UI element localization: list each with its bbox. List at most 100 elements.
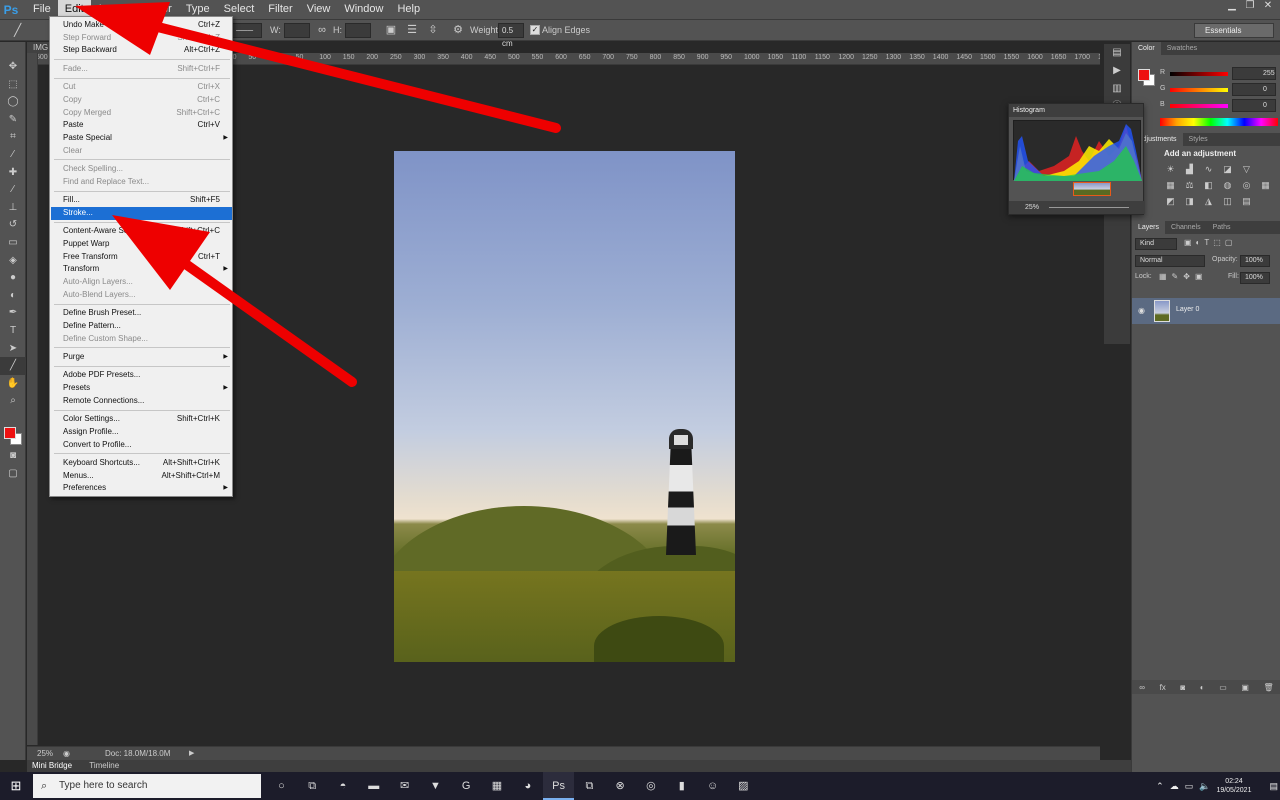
marquee-tool-icon[interactable]: ⬚ — [0, 76, 26, 94]
channel-mixer-icon[interactable]: ◎ — [1238, 178, 1255, 192]
move-tool-icon[interactable]: ✥ — [0, 58, 26, 76]
tab-timeline[interactable]: Timeline — [89, 761, 119, 770]
type-tool-icon[interactable]: T — [0, 322, 26, 340]
status-menu-arrow-icon[interactable]: ▶ — [189, 747, 194, 760]
volume-icon[interactable]: 🔈 — [1199, 781, 1210, 792]
hue-saturation-icon[interactable]: ▦ — [1162, 178, 1179, 192]
tab-swatches[interactable]: Swatches — [1161, 42, 1203, 55]
vibrance-icon[interactable]: ▽ — [1238, 162, 1255, 176]
edit-menu-item-fill[interactable]: Fill... Shift+F5 — [51, 194, 232, 207]
cloud-icon[interactable]: ☁ — [1170, 781, 1179, 792]
notifications-icon[interactable]: ▤ — [1269, 781, 1278, 792]
tab-paths[interactable]: Paths — [1207, 221, 1237, 234]
new-adjustment-icon[interactable]: ◐ — [1200, 683, 1205, 692]
width-field[interactable] — [284, 23, 310, 38]
stroke-type-picker[interactable]: ─── — [232, 23, 262, 38]
dodge-tool-icon[interactable]: ◐ — [0, 287, 26, 305]
layer-filter-select[interactable]: Kind — [1135, 238, 1177, 250]
edit-menu-item-check-spelling[interactable]: Check Spelling... — [51, 163, 232, 176]
close-icon[interactable]: ✕ — [1260, 0, 1276, 12]
photo-filter-icon[interactable]: ◍ — [1219, 178, 1236, 192]
posterize-icon[interactable]: ◨ — [1181, 194, 1198, 208]
edit-menu-item-keyboard-shortcuts[interactable]: Keyboard Shortcuts... Alt+Shift+Ctrl+K — [51, 457, 232, 470]
histogram-zoom-slider[interactable] — [1049, 207, 1129, 208]
fx-icon[interactable]: fx — [1160, 683, 1166, 692]
edit-menu-item-free-transform[interactable]: Free Transform Ctrl+T — [51, 251, 232, 264]
eyedropper-tool-icon[interactable]: ⁄ — [0, 146, 26, 164]
new-layer-icon[interactable]: ▣ — [1241, 683, 1249, 692]
edit-menu-item-step-backward[interactable]: Step Backward Alt+Ctrl+Z — [51, 44, 232, 57]
edit-menu-item-auto-align-layers[interactable]: Auto-Align Layers... — [51, 276, 232, 289]
color-balance-icon[interactable]: ⚖ — [1181, 178, 1198, 192]
g-value-field[interactable]: 0 — [1232, 83, 1276, 96]
r-slider[interactable] — [1170, 72, 1228, 76]
edit-menu-item-remote-connections[interactable]: Remote Connections... — [51, 395, 232, 408]
histogram-panel-icon[interactable]: ▥ — [1104, 80, 1130, 98]
app-g-icon[interactable]: G — [451, 772, 482, 800]
cortana-icon[interactable]: ○ — [266, 772, 297, 800]
edit-menu-item-define-brush-preset[interactable]: Define Brush Preset... — [51, 307, 232, 320]
link-layers-icon[interactable]: ∞ — [1139, 683, 1145, 692]
foreground-color-swatch[interactable] — [4, 427, 16, 439]
selective-color-icon[interactable]: ◫ — [1219, 194, 1236, 208]
gradient-map-icon[interactable]: ▤ — [1238, 194, 1255, 208]
workspace-select[interactable]: Essentials — [1194, 23, 1274, 38]
media-icon[interactable]: ◎ — [636, 772, 667, 800]
history-panel-icon[interactable]: ▤ — [1104, 44, 1130, 62]
actions-panel-icon[interactable]: ▶ — [1104, 62, 1130, 80]
black-white-icon[interactable]: ◧ — [1200, 178, 1217, 192]
edit-menu-item-find-and-replace-text[interactable]: Find and Replace Text... — [51, 176, 232, 189]
firefox-icon[interactable]: ◕ — [512, 772, 543, 800]
paint-bucket-tool-icon[interactable]: ◈ — [0, 252, 26, 270]
lasso-tool-icon[interactable]: ◯ — [0, 93, 26, 111]
edit-menu-item-transform[interactable]: Transform ▶ — [51, 263, 232, 276]
menu-filter[interactable]: Filter — [261, 0, 299, 19]
color-lookup-icon[interactable]: ▦ — [1257, 178, 1274, 192]
invert-icon[interactable]: ◩ — [1162, 194, 1179, 208]
healing-brush-tool-icon[interactable]: ✚ — [0, 164, 26, 182]
edit-menu-item-presets[interactable]: Presets ▶ — [51, 382, 232, 395]
restore-icon[interactable]: ❐ — [1242, 0, 1258, 12]
path-selection-tool-icon[interactable]: ➤ — [0, 340, 26, 358]
histogram-zoom[interactable]: 25% — [1025, 204, 1039, 211]
edit-menu-item-color-settings[interactable]: Color Settings... Shift+Ctrl+K — [51, 413, 232, 426]
windows-start-icon[interactable]: ⊞ — [0, 772, 32, 800]
edit-menu-item-purge[interactable]: Purge ▶ — [51, 351, 232, 364]
eraser-tool-icon[interactable]: ▭ — [0, 234, 26, 252]
network-icon[interactable]: ▭ — [1185, 781, 1194, 792]
quick-mask-icon[interactable]: ◙ — [0, 447, 26, 465]
edit-menu-item-undo-make[interactable]: Undo Make Ctrl+Z — [51, 19, 232, 32]
gear-icon[interactable]: ⚙ — [451, 23, 465, 37]
fill-field[interactable]: 100% — [1240, 272, 1270, 284]
add-mask-icon[interactable]: ◙ — [1180, 683, 1185, 692]
tab-color[interactable]: Color — [1132, 42, 1161, 55]
weight-field[interactable]: 0.5 cm — [498, 23, 524, 48]
g-slider[interactable] — [1170, 88, 1228, 92]
edit-menu-item-menus[interactable]: Menus... Alt+Shift+Ctrl+M — [51, 470, 232, 483]
zoom-tool-icon[interactable]: ⌕ — [0, 392, 26, 410]
taskbar-search[interactable]: ⌕ Type here to search — [33, 774, 261, 798]
brave-icon[interactable]: ▼ — [420, 772, 451, 800]
minimize-icon[interactable]: ▁ — [1224, 0, 1240, 12]
panel-foreground-swatch[interactable] — [1138, 69, 1150, 81]
path-operations-icon[interactable]: ▣ — [384, 23, 398, 37]
tab-styles[interactable]: Styles — [1183, 133, 1214, 146]
lighthouse-photo[interactable] — [394, 151, 735, 662]
edit-menu-item-paste-special[interactable]: Paste Special ▶ — [51, 132, 232, 145]
sticky-notes-icon[interactable]: ▮ — [666, 772, 697, 800]
crop-tool-icon[interactable]: ⌗ — [0, 128, 26, 146]
edit-menu-item-define-pattern[interactable]: Define Pattern... — [51, 320, 232, 333]
pen-tool-icon[interactable]: ✒ — [0, 304, 26, 322]
b-value-field[interactable]: 0 — [1232, 99, 1276, 112]
file-explorer-icon[interactable]: ▬ — [358, 772, 389, 800]
quick-selection-tool-icon[interactable]: ✎ — [0, 111, 26, 129]
threshold-icon[interactable]: ◮ — [1200, 194, 1217, 208]
edit-menu-item-cut[interactable]: Cut Ctrl+X — [51, 81, 232, 94]
edit-menu-item-fade[interactable]: Fade... Shift+Ctrl+F — [51, 63, 232, 76]
edit-menu-item-copy-merged[interactable]: Copy Merged Shift+Ctrl+C — [51, 107, 232, 120]
lock-icons[interactable]: ▦✎✥▣ — [1159, 272, 1208, 281]
window-switcher-icon[interactable]: ⧉ — [574, 772, 605, 800]
tray-chevron-icon[interactable]: ⌃ — [1156, 781, 1164, 792]
edit-menu-item-convert-to-profile[interactable]: Convert to Profile... — [51, 439, 232, 452]
edit-menu-item-clear[interactable]: Clear — [51, 145, 232, 158]
